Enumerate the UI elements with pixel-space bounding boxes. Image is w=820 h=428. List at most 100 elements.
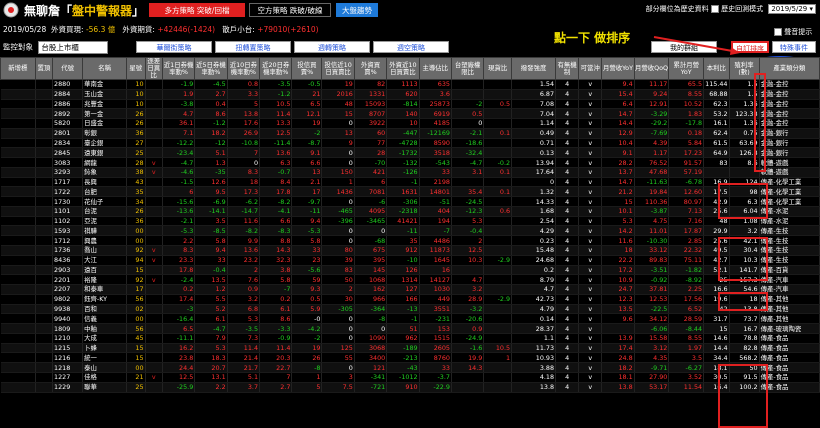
table-cell[interactable] (35, 128, 54, 139)
table-cell[interactable] (35, 216, 54, 227)
table-cell[interactable] (0, 352, 36, 364)
table-cell[interactable] (0, 235, 36, 247)
table-row[interactable]: 2886 兆豐金 10 -3.8 0.4 5 10.5 6.5 48 15093 -814 25873… (0, 99, 820, 110)
column-header[interactable]: 投信近10日買賣比 (321, 57, 355, 80)
table-cell[interactable] (0, 372, 36, 383)
table-cell[interactable] (0, 216, 36, 227)
table-row[interactable]: 2845 遠東銀 25 -23.4 5.1 7 13.6 9.1 0 28 -1732 3518 -32… (0, 147, 820, 159)
table-cell[interactable] (35, 89, 54, 100)
table-cell[interactable] (35, 99, 54, 110)
table-cell[interactable] (0, 138, 36, 149)
table-cell[interactable] (35, 167, 54, 178)
column-header[interactable]: 新增標 (0, 57, 36, 80)
table-row[interactable]: 1229 聯華 25 -25.9 2.2 3.7 2.7 5 7.5 -721 910 -22.9 13… (0, 382, 820, 393)
table-cell[interactable] (0, 89, 36, 100)
table-cell[interactable] (35, 108, 54, 120)
table-row[interactable]: 1215 卜蜂 15 16.2 5.3 11.4 11.4 19 125 3068 -189 2605… (0, 343, 820, 354)
table-row[interactable]: 1730 花仙子 34 -15.6 -6.9 -6.2 -8.2 -9.7 0 -6 -306 -51… (0, 196, 820, 207)
table-row[interactable]: 1736 喬山 92 v 8.3 9.4 13.6 14.3 33 80 675 912 11873 12… (0, 245, 820, 256)
column-header[interactable]: 外資買賣% (353, 57, 388, 80)
column-header[interactable]: 星號 (126, 57, 146, 80)
table-cell[interactable] (0, 186, 36, 198)
column-header[interactable]: 近5日券機率動% (194, 57, 228, 80)
table-row[interactable]: 1218 泰山 00 24.4 20.7 21.7 22.7 -8 0 121 -43 33 14.3 3… (0, 362, 820, 373)
table-cell[interactable] (35, 313, 54, 325)
table-cell[interactable] (0, 274, 36, 286)
table-cell[interactable] (35, 323, 54, 334)
column-header[interactable]: 主導佔比 (418, 57, 452, 80)
table-cell[interactable] (35, 294, 54, 305)
table-row[interactable]: 1722 台肥 35 6 9.5 17.3 17.8 17 1436 7081 1631 14801 3… (0, 186, 820, 198)
table-row[interactable]: 1809 中釉 56 6.5 -4.7 -3.5 -3.3 -4.2 0 0 51 153 0.9 28.… (0, 323, 820, 334)
table-row[interactable]: 1210 大成 45 -11.1 7.9 7.3 -0.9 -2 0 1090 962 1515 -24… (0, 333, 820, 344)
table-cell[interactable] (35, 118, 54, 129)
table-cell[interactable] (0, 284, 36, 295)
column-header[interactable]: 外資近10日買賣比 (386, 57, 420, 80)
column-header[interactable]: 殖利率(數) (728, 57, 760, 80)
table-row[interactable]: 2201 裕隆 92 v -2.4 13.5 7.6 5.8 59 50 1068 1314 14127… (0, 274, 820, 286)
table-cell[interactable] (0, 225, 36, 237)
column-header[interactable]: 名稱 (82, 57, 128, 80)
table-cell[interactable] (0, 294, 36, 305)
table-row[interactable]: 1102 亞泥 36 -2.1 3.5 11.6 6.6 9.4 -396 -3465 41421 1… (0, 216, 820, 227)
table-row[interactable]: 5820 日盛金 26 36.1 -1.2 17.6 13.3 19 0 3922 10 4185 0 1… (0, 118, 820, 129)
table-row[interactable]: 1717 長興 43 -1.5 12.6 18 8.4 2.1 1 6 -1 2198 0 4 v 14.7-… (0, 177, 820, 188)
column-header[interactable]: 累計月營YoY (668, 57, 705, 80)
table-row[interactable]: 1227 佳格 21 v 12.5 13.1 5.1 7 1 3 -341 -1012 -3.7 4.18… (0, 372, 820, 383)
table-cell[interactable] (35, 245, 54, 256)
table-cell[interactable] (0, 99, 36, 110)
table-row[interactable]: 2207 和泰車 17 0.2 1.2 0.9 -7 9.3 2 162 127 1030 3.2 4.7… (0, 284, 820, 295)
table-cell[interactable] (35, 235, 54, 247)
table-row[interactable]: 2903 遠百 15 17.8 -0.4 2 3.8 -5.6 83 145 126 16 0.2 4 v 1… (0, 265, 820, 276)
table-cell[interactable] (35, 274, 54, 286)
table-cell[interactable] (0, 304, 36, 315)
table-cell[interactable] (0, 108, 36, 120)
table-cell[interactable] (0, 128, 36, 139)
column-header[interactable]: 撥發強度 (511, 57, 557, 80)
column-header[interactable]: 月營收YoY (601, 57, 635, 80)
column-header[interactable]: 代號 (52, 57, 84, 80)
table-cell[interactable] (35, 157, 54, 168)
table-cell[interactable] (0, 333, 36, 344)
column-header[interactable]: 投信買賣% (291, 57, 323, 80)
table-cell[interactable] (0, 255, 36, 266)
table-cell[interactable] (0, 362, 36, 373)
table-cell[interactable] (35, 177, 54, 188)
table-cell[interactable] (35, 255, 54, 266)
table-cell[interactable] (0, 265, 36, 276)
table-row[interactable]: 9938 百和 02 -3 5.2 6.8 6.1 5.9 -305 -364 -13 3551 -3.… (0, 304, 820, 315)
table-row[interactable]: 3293 鈊象 38 v -4.6 -35 8.3 -0.7 13 150 421 -126 33 3.1… (0, 167, 820, 178)
table-cell[interactable] (35, 343, 54, 354)
table-cell[interactable] (0, 206, 36, 217)
table-row[interactable]: 1216 統一 15 23.8 18.3 21.4 20.3 26 55 3400 -213 8760… (0, 352, 820, 364)
table-cell[interactable] (35, 147, 54, 159)
table-row[interactable]: 2880 華南金 10 -1.9 -4.5 0.8 -3.5 -0.5 19 82 1113 635 1… (0, 79, 820, 90)
table-cell[interactable] (0, 157, 36, 168)
table-cell[interactable] (35, 333, 54, 344)
column-header[interactable]: 現貨比 (483, 57, 513, 80)
table-cell[interactable] (0, 343, 36, 354)
table-cell[interactable] (0, 382, 36, 393)
column-header[interactable]: 產業類分類 (758, 57, 820, 80)
table-cell[interactable] (35, 186, 54, 198)
table-cell[interactable] (0, 147, 36, 159)
column-header[interactable]: 近10日券機率動% (226, 57, 261, 80)
table-row[interactable]: 9802 鈺齊-KY 56 17.4 5.5 3.2 0.2 0.5 30 966 166 449 28… (0, 294, 820, 305)
table-cell[interactable] (35, 138, 54, 149)
table-cell[interactable] (35, 79, 54, 90)
table-cell[interactable] (0, 313, 36, 325)
column-header[interactable]: 台塑廠權限比 (450, 57, 485, 80)
table-row[interactable]: 2834 臺企銀 27 -12.2 -12 -10.8 -11.4 -8.7 9 77 -4728 8… (0, 138, 820, 149)
table-row[interactable]: 1101 台泥 26 -13.6 -14.1 -14.7 -4.1 -11 -465 4095 -2… (0, 206, 820, 217)
table-cell[interactable] (35, 265, 54, 276)
column-header[interactable]: 月營收QoQ (633, 57, 670, 80)
table-cell[interactable] (0, 177, 36, 188)
column-header[interactable]: 逐差日異比 (144, 57, 163, 80)
column-header[interactable]: 可當沖 (578, 57, 603, 80)
table-cell[interactable] (35, 206, 54, 217)
table-row[interactable]: 9940 信義 00 -16.4 6.1 5.3 8.6 -0 0 -8 -1 -231 -20.6 0.… (0, 313, 820, 325)
table-row[interactable]: 8436 大江 94 v 23.3 33 23.2 32.3 23 39 395 -10 1645 10.… (0, 255, 820, 266)
table-cell[interactable] (0, 79, 36, 90)
table-cell[interactable] (35, 362, 54, 373)
table-cell[interactable] (0, 245, 36, 256)
